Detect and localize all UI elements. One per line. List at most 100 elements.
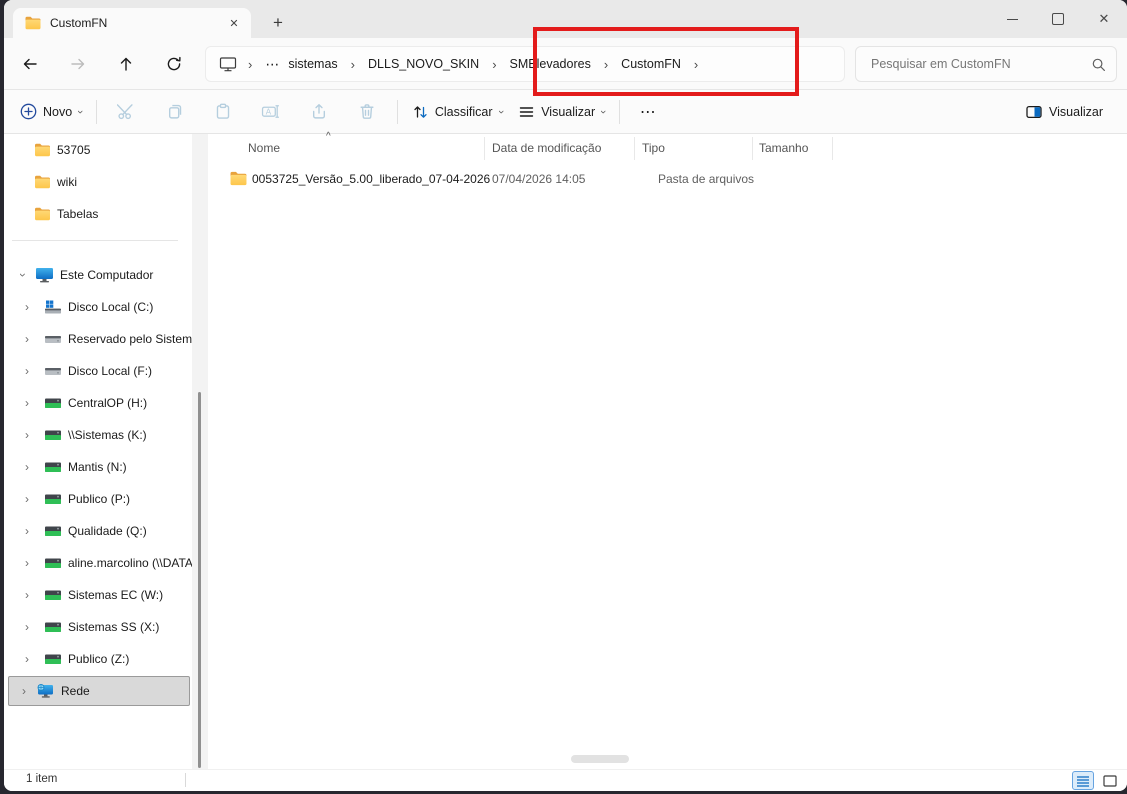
cut-button[interactable] <box>103 95 151 129</box>
explorer-window: CustomFN ✕ + ✕ <box>4 0 1127 791</box>
sort-button[interactable]: Classificar › <box>404 95 510 129</box>
chevron-right-icon[interactable]: › <box>17 684 31 698</box>
back-button[interactable] <box>10 44 50 84</box>
toolbar-divider <box>619 100 620 124</box>
explorer-tab[interactable]: CustomFN ✕ <box>13 8 251 38</box>
sidebar-item-drive-f[interactable]: › Disco Local (F:) <box>4 356 192 386</box>
new-button[interactable]: Novo › <box>12 95 90 129</box>
command-toolbar: Novo › A Classificar › Visualiz <box>4 90 1127 134</box>
sidebar-item-label: Disco Local (C:) <box>68 300 153 314</box>
sidebar-item-network[interactable]: › Rede <box>8 676 190 706</box>
sidebar-item-drive-c[interactable]: › Disco Local (C:) <box>4 292 192 322</box>
sidebar-item-drive-x[interactable]: › Sistemas SS (X:) <box>4 612 192 642</box>
chevron-right-icon[interactable]: › <box>25 652 44 666</box>
chevron-right-icon[interactable]: › <box>25 364 44 378</box>
maximize-icon <box>1052 13 1064 25</box>
sidebar-item-drive-q[interactable]: › Qualidade (Q:) <box>4 516 192 546</box>
up-button[interactable] <box>106 44 146 84</box>
search-icon <box>1091 57 1106 72</box>
network-drive-icon <box>44 492 62 506</box>
sidebar-item-drive-z[interactable]: › Publico (Z:) <box>4 644 192 674</box>
new-tab-button[interactable]: + <box>266 12 290 34</box>
breadcrumb-overflow[interactable]: ⋯ <box>261 56 284 73</box>
sidebar-item-label: \\Sistemas (K:) <box>68 428 147 442</box>
sidebar-item-drive-aline[interactable]: › aline.marcolino (\\DATA <box>4 548 192 578</box>
chevron-down-icon[interactable]: › <box>16 268 30 282</box>
sidebar-item-this-pc[interactable]: › Este Computador <box>4 260 192 290</box>
file-name: 0053725_Versão_5.00_liberado_07-04-2026 <box>252 172 490 186</box>
share-button[interactable] <box>295 95 343 129</box>
details-view-button[interactable] <box>1072 771 1094 790</box>
horizontal-scrollbar-thumb[interactable] <box>571 755 629 763</box>
paste-button[interactable] <box>199 95 247 129</box>
column-header-tipo[interactable]: Tipo <box>642 141 665 155</box>
this-pc-icon <box>35 267 54 283</box>
minimize-button[interactable] <box>989 0 1035 38</box>
minimize-icon <box>1007 19 1018 20</box>
column-header-data[interactable]: Data de modificação <box>492 141 601 155</box>
window-controls: ✕ <box>989 0 1127 38</box>
sidebar-item-label: Qualidade (Q:) <box>68 524 147 538</box>
chevron-right-icon[interactable]: › <box>25 524 44 538</box>
navigation-pane: 53705 wiki Tabelas › Este Computador › D… <box>4 134 192 770</box>
chevron-right-icon[interactable]: › <box>25 556 44 570</box>
chevron-right-icon[interactable]: › <box>25 332 44 346</box>
column-divider[interactable] <box>832 137 833 160</box>
icons-view-button[interactable] <box>1099 771 1121 790</box>
breadcrumb-item-dlls-novo-skin[interactable]: DLLS_NOVO_SKIN <box>364 53 483 75</box>
view-button[interactable]: Visualizar › <box>510 95 613 129</box>
rename-button[interactable]: A <box>247 95 295 129</box>
forward-button[interactable] <box>58 44 98 84</box>
chevron-right-icon[interactable]: › <box>25 492 44 506</box>
sidebar-item-label: Sistemas SS (X:) <box>68 620 159 634</box>
svg-text:A: A <box>266 108 272 117</box>
tab-close-icon[interactable]: ✕ <box>223 12 245 34</box>
chevron-right-icon[interactable]: › <box>25 428 44 442</box>
sidebar-item-label: CentralOP (H:) <box>68 396 147 410</box>
search-input[interactable] <box>869 56 1091 72</box>
sidebar-divider <box>12 240 178 241</box>
sidebar-scrollbar-thumb[interactable] <box>198 392 201 768</box>
item-count: 1 item <box>26 773 57 785</box>
chevron-right-icon[interactable]: › <box>25 620 44 634</box>
chevron-right-icon[interactable]: › <box>25 460 44 474</box>
close-button[interactable]: ✕ <box>1081 0 1127 38</box>
close-icon: ✕ <box>1099 11 1110 27</box>
preview-pane-button[interactable]: Visualizar <box>1017 95 1117 129</box>
sidebar-item-label: Reservado pelo Sistema <box>68 332 192 346</box>
chevron-right-icon[interactable]: › <box>25 396 44 410</box>
column-divider[interactable] <box>752 137 753 160</box>
sidebar-item-label: Rede <box>61 684 90 698</box>
sidebar-item-drive-p[interactable]: › Publico (P:) <box>4 484 192 514</box>
sidebar-item-wiki[interactable]: wiki <box>4 167 192 197</box>
refresh-button[interactable] <box>154 44 194 84</box>
sidebar-item-drive-h[interactable]: › CentralOP (H:) <box>4 388 192 418</box>
sidebar-item-drive-w[interactable]: › Sistemas EC (W:) <box>4 580 192 610</box>
sidebar-item-tabelas[interactable]: Tabelas <box>4 199 192 229</box>
column-divider[interactable] <box>484 137 485 160</box>
column-header-nome[interactable]: Nome <box>248 141 280 155</box>
chevron-right-icon[interactable]: › <box>25 300 44 314</box>
column-header-tamanho[interactable]: Tamanho <box>759 141 808 155</box>
sidebar-item-drive-n[interactable]: › Mantis (N:) <box>4 452 192 482</box>
chevron-right-icon[interactable]: › <box>25 588 44 602</box>
file-row[interactable]: 0053725_Versão_5.00_liberado_07-04-2026 … <box>208 166 1035 192</box>
maximize-button[interactable] <box>1035 0 1081 38</box>
folder-icon <box>230 171 247 189</box>
computer-icon <box>219 56 237 72</box>
sidebar-item-label: Publico (Z:) <box>68 652 129 666</box>
search-box <box>855 46 1117 82</box>
column-divider[interactable] <box>634 137 635 160</box>
more-options-button[interactable]: ⋯ <box>626 102 672 122</box>
sidebar-item-53705[interactable]: 53705 <box>4 135 192 165</box>
file-type: Pasta de arquivos <box>658 172 754 186</box>
sidebar-item-drive-k[interactable]: › \\Sistemas (K:) <box>4 420 192 450</box>
sidebar-item-drive-reservado[interactable]: › Reservado pelo Sistema <box>4 324 192 354</box>
delete-button[interactable] <box>343 95 391 129</box>
sidebar-item-label: Disco Local (F:) <box>68 364 152 378</box>
toolbar-divider <box>397 100 398 124</box>
copy-button[interactable] <box>151 95 199 129</box>
breadcrumb-item-sistemas[interactable]: sistemas <box>284 53 341 75</box>
local-drive-icon <box>44 364 62 378</box>
sidebar-item-label: Mantis (N:) <box>68 460 127 474</box>
